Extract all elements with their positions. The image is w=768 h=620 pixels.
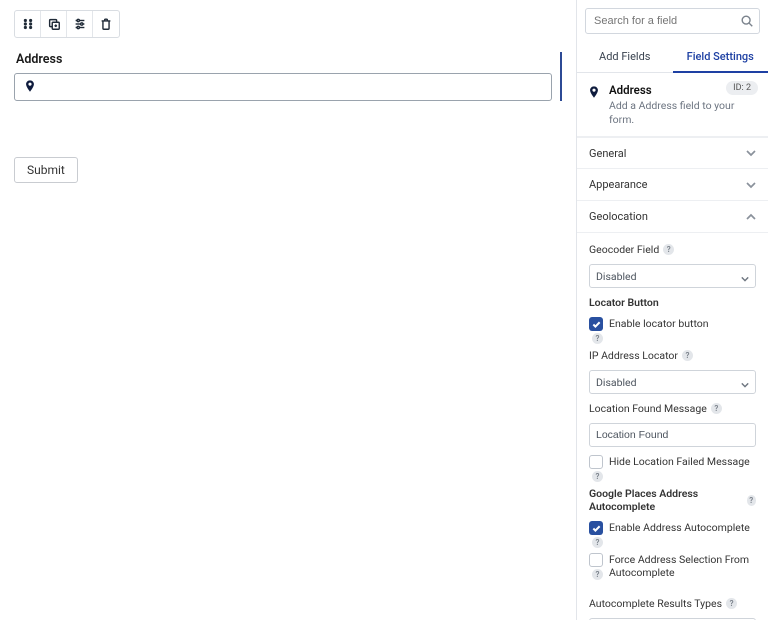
geocoder-field-select[interactable]: Disabled	[589, 264, 756, 288]
help-icon[interactable]: ?	[592, 537, 603, 548]
section-label: Appearance	[589, 178, 648, 191]
enable-autocomplete-checkbox[interactable]	[589, 521, 603, 535]
chevron-down-icon	[746, 148, 756, 158]
enable-autocomplete-row: Enable Address Autocomplete ?	[589, 521, 756, 545]
enable-autocomplete-label: Enable Address Autocomplete	[609, 521, 750, 534]
ip-locator-select[interactable]: Disabled	[589, 370, 756, 394]
field-id-badge: ID: 2	[726, 81, 758, 95]
geocoder-field-label: Geocoder Field ?	[589, 243, 756, 256]
location-found-input[interactable]	[589, 423, 756, 447]
force-selection-checkbox[interactable]	[589, 553, 603, 567]
drag-handle-icon[interactable]	[15, 11, 41, 37]
settings-panel: Add Fields Field Settings Address Add a …	[576, 0, 768, 620]
tab-add-fields[interactable]: Add Fields	[577, 42, 673, 72]
hide-failed-label: Hide Location Failed Message	[609, 455, 750, 468]
section-label: Geolocation	[589, 210, 648, 223]
help-icon[interactable]: ?	[711, 403, 722, 414]
chevron-down-icon	[741, 273, 749, 281]
panel-tabs: Add Fields Field Settings	[577, 42, 768, 73]
hide-failed-checkbox[interactable]	[589, 455, 603, 469]
help-icon[interactable]: ?	[747, 495, 756, 506]
help-icon[interactable]: ?	[663, 244, 674, 255]
hide-failed-row: Hide Location Failed Message ?	[589, 455, 756, 479]
form-canvas: Address Submit	[0, 0, 576, 620]
section-general[interactable]: General	[577, 137, 768, 169]
section-geolocation[interactable]: Geolocation	[577, 201, 768, 233]
gpa-heading: Google Places Address Autocomplete ?	[589, 487, 756, 513]
help-icon[interactable]: ?	[682, 350, 693, 361]
force-selection-row: Force Address Selection From Autocomplet…	[589, 553, 756, 589]
chevron-down-icon	[741, 379, 749, 387]
field-header-desc: Add a Address field to your form.	[609, 99, 758, 126]
location-found-label: Location Found Message ?	[589, 402, 756, 415]
field-label: Address	[16, 52, 552, 67]
chevron-down-icon	[746, 180, 756, 190]
section-appearance[interactable]: Appearance	[577, 169, 768, 201]
address-input[interactable]	[14, 73, 552, 101]
field-toolbar	[14, 10, 120, 38]
autocomplete-types-label: Autocomplete Results Types ?	[589, 597, 756, 610]
address-field-block[interactable]: Address	[14, 52, 562, 101]
search-input[interactable]	[585, 8, 760, 34]
ip-locator-label: IP Address Locator ?	[589, 349, 756, 362]
submit-button[interactable]: Submit	[14, 157, 78, 183]
force-selection-label: Force Address Selection From Autocomplet…	[609, 553, 756, 579]
section-label: General	[589, 147, 626, 160]
trash-icon[interactable]	[93, 11, 119, 37]
tab-field-settings[interactable]: Field Settings	[673, 42, 768, 73]
help-icon[interactable]: ?	[592, 333, 603, 344]
locator-button-heading: Locator Button	[589, 296, 756, 309]
enable-locator-row: Enable locator button ?	[589, 317, 756, 341]
duplicate-icon[interactable]	[41, 11, 67, 37]
pin-icon	[23, 79, 37, 96]
enable-locator-checkbox[interactable]	[589, 317, 603, 331]
enable-locator-label: Enable locator button	[609, 317, 709, 330]
pin-icon	[587, 83, 601, 102]
field-header: Address Add a Address field to your form…	[577, 73, 768, 137]
chevron-up-icon	[746, 212, 756, 222]
settings-list-icon[interactable]	[67, 11, 93, 37]
geolocation-body: Geocoder Field ? Disabled Locator Button…	[577, 233, 768, 620]
help-icon[interactable]: ?	[726, 598, 737, 609]
help-icon[interactable]: ?	[592, 569, 603, 580]
help-icon[interactable]: ?	[592, 471, 603, 482]
